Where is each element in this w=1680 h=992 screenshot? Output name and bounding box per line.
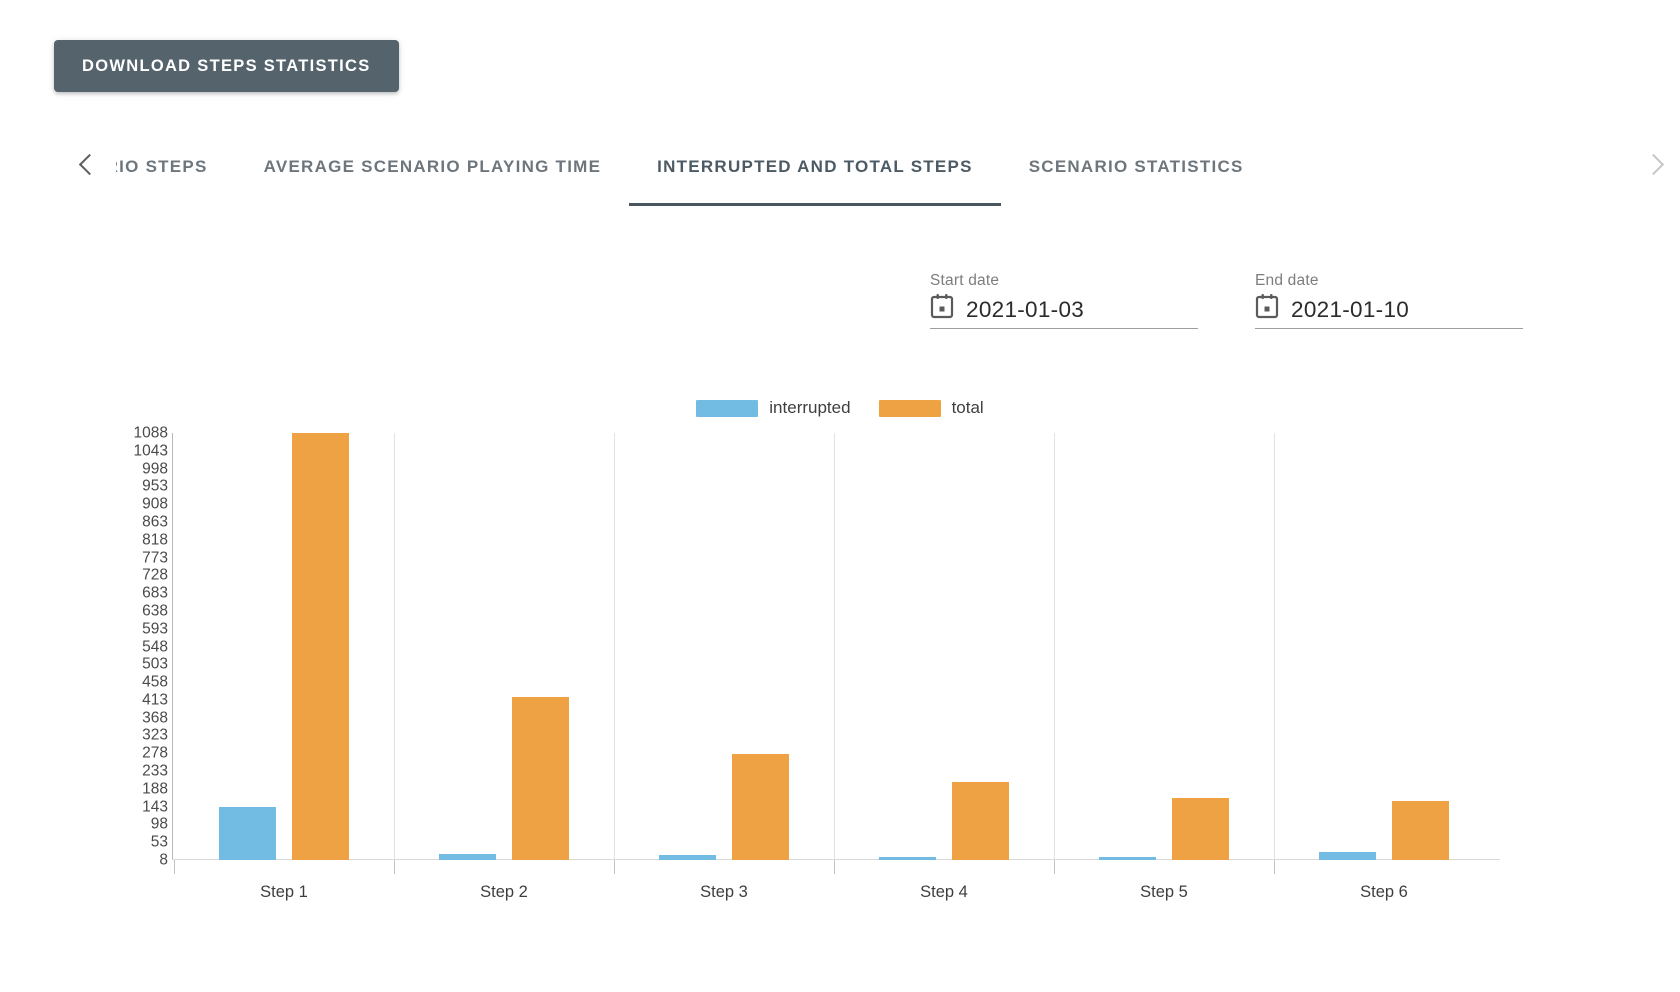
- bar-interrupted-step-1[interactable]: [219, 806, 277, 860]
- plot-area: Step 1 Step 2 Step 3 Step 4 Step 5 Step 6: [172, 425, 1680, 920]
- legend-swatch-total: [878, 399, 941, 417]
- x-tick-mark: [834, 860, 835, 874]
- y-tick-label: 278: [142, 744, 168, 762]
- x-tick-mark: [1274, 860, 1275, 874]
- bar-interrupted-step-6[interactable]: [1319, 852, 1377, 860]
- x-axis-label: Step 2: [480, 883, 528, 901]
- chart-legend: interrupted total: [0, 398, 1680, 418]
- start-date-value[interactable]: 2021-01-03: [966, 298, 1084, 322]
- bar-interrupted-step-5[interactable]: [1099, 857, 1157, 860]
- analytics-page: DOWNLOAD STEPS STATISTICS ENARIO STEPSAV…: [0, 0, 1680, 992]
- chevron-right-icon: [1642, 153, 1664, 175]
- bar-total-step-6[interactable]: [1391, 800, 1449, 860]
- category-gridline: [834, 433, 835, 860]
- y-tick-label: 728: [142, 566, 168, 584]
- legend-label: interrupted: [769, 398, 851, 417]
- y-tick-label: 503: [142, 655, 168, 673]
- y-axis-ticks: 1088 1043 998 953 908 863 818 773 728 683 638 593 54…: [100, 425, 168, 920]
- y-tick-label: 863: [142, 513, 168, 531]
- tab-bar: ENARIO STEPSAVERAGE SCENARIO PLAYING TIM…: [0, 128, 1680, 210]
- bar-total-step-5[interactable]: [1171, 797, 1229, 860]
- bar-interrupted-step-4[interactable]: [879, 857, 937, 860]
- x-axis-label: Step 5: [1140, 883, 1188, 901]
- x-tick-mark: [614, 860, 615, 874]
- y-tick-label: 593: [142, 619, 168, 637]
- x-axis-label: Step 4: [920, 883, 968, 901]
- y-tick-label: 458: [142, 673, 168, 691]
- calendar-icon[interactable]: [1255, 293, 1279, 319]
- bar-total-step-2[interactable]: [511, 697, 569, 860]
- tabs-scroll-container: ENARIO STEPSAVERAGE SCENARIO PLAYING TIM…: [116, 128, 1626, 210]
- x-tick-mark: [1054, 860, 1055, 874]
- x-tick-mark: [174, 860, 175, 874]
- y-axis-line: [172, 433, 173, 860]
- y-tick-label: 818: [142, 531, 168, 548]
- y-tick-label: 143: [142, 797, 168, 815]
- y-tick-label: 908: [142, 495, 168, 513]
- y-tick-label: 1043: [133, 442, 168, 460]
- bar-total-step-3[interactable]: [731, 754, 789, 860]
- tabs-scroll-left-button[interactable]: [62, 128, 116, 200]
- tabs-scroll-right-button[interactable]: [1626, 128, 1680, 200]
- tab-interrupted-and-total-steps[interactable]: INTERRUPTED AND TOTAL STEPS: [629, 128, 1001, 206]
- calendar-icon[interactable]: [930, 293, 954, 319]
- y-tick-label: 773: [142, 548, 168, 566]
- category-gridline: [614, 433, 615, 860]
- bars-container: [174, 433, 1500, 860]
- y-tick-label: 188: [142, 780, 168, 798]
- category-gridline: [394, 433, 395, 860]
- category-gridline: [1054, 433, 1055, 860]
- y-tick-label: 413: [142, 691, 168, 709]
- x-tick-mark: [394, 860, 395, 874]
- date-filters: Start date 2021-01-03 End date 2021-01-1…: [0, 272, 1680, 362]
- bar-total-step-1[interactable]: [291, 433, 349, 860]
- y-tick-label: 638: [142, 602, 168, 620]
- y-tick-label: 323: [142, 726, 168, 744]
- download-steps-statistics-button[interactable]: DOWNLOAD STEPS STATISTICS: [54, 40, 399, 92]
- y-tick-label: 368: [142, 708, 168, 726]
- end-date-label: End date: [1255, 272, 1319, 289]
- category-gridline: [1274, 433, 1275, 860]
- y-tick-label: 233: [142, 762, 168, 780]
- legend-item-total[interactable]: total: [878, 398, 984, 418]
- start-date-field[interactable]: Start date 2021-01-03: [930, 272, 1198, 329]
- end-date-field[interactable]: End date 2021-01-10: [1255, 272, 1523, 329]
- y-tick-label: 998: [142, 459, 168, 477]
- x-axis-label: Step 3: [700, 883, 748, 901]
- chevron-left-icon: [78, 153, 100, 175]
- tab-scenario-statistics[interactable]: SCENARIO STATISTICS: [1001, 128, 1272, 206]
- y-tick-label: 1088: [133, 424, 168, 442]
- y-tick-label: 683: [142, 584, 168, 602]
- x-axis-label: Step 6: [1360, 883, 1408, 901]
- end-date-value[interactable]: 2021-01-10: [1291, 298, 1409, 322]
- legend-label: total: [951, 398, 984, 417]
- y-tick-label: 8: [159, 851, 168, 869]
- y-tick-label: 53: [150, 833, 168, 851]
- bar-interrupted-step-2[interactable]: [439, 854, 497, 860]
- bar-total-step-4[interactable]: [951, 782, 1009, 860]
- legend-item-interrupted[interactable]: interrupted: [696, 398, 851, 418]
- y-tick-label: 548: [142, 637, 168, 655]
- y-tick-label: 953: [142, 477, 168, 495]
- legend-swatch-interrupted: [696, 399, 759, 417]
- interrupted-and-total-steps-chart: Count 1088104399895390886381877372868363…: [0, 425, 1680, 925]
- start-date-label: Start date: [930, 272, 1000, 289]
- bar-interrupted-step-3[interactable]: [659, 854, 717, 860]
- x-axis-label: Step 1: [260, 883, 308, 901]
- tab-average-scenario-playing-time[interactable]: AVERAGE SCENARIO PLAYING TIME: [236, 128, 630, 206]
- tab-enario-steps[interactable]: ENARIO STEPS: [116, 128, 236, 206]
- y-tick-label: 98: [150, 815, 168, 833]
